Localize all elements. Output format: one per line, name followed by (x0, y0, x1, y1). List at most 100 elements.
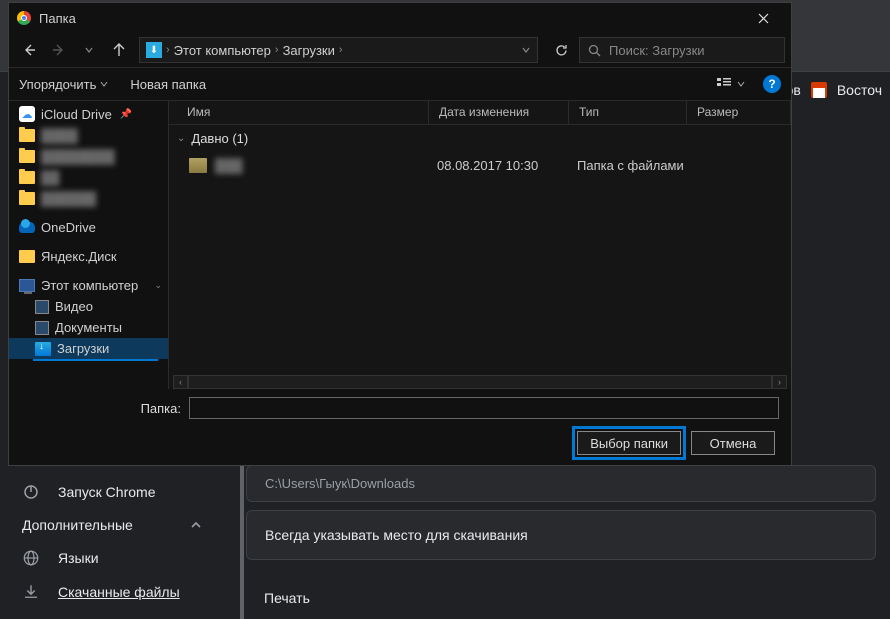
print-section-title: Печать (240, 572, 882, 614)
navigation-bar: › Этот компьютер › Загрузки › Поиск: Заг… (9, 33, 791, 67)
close-button[interactable] (743, 4, 783, 32)
sidebar-section-additional[interactable]: Дополнительные (0, 509, 230, 541)
column-headers: Имя Дата изменения Тип Размер (169, 101, 791, 125)
select-folder-button[interactable]: Выбор папки (577, 431, 681, 455)
folder-picker-dialog: Папка › Этот компьютер › Загрузки › (8, 2, 792, 466)
scroll-left-arrow[interactable]: ‹ (173, 375, 188, 389)
tree-item-onedrive[interactable]: OneDrive (9, 217, 168, 238)
sidebar-item-languages[interactable]: Языки (0, 541, 230, 575)
blurred-label: ████████ (41, 149, 115, 164)
new-folder-label: Новая папка (130, 77, 206, 92)
tree-label: Видео (55, 299, 93, 314)
sidebar-label: Скачанные файлы (58, 584, 180, 600)
pin-icon: 📌 (120, 109, 132, 120)
tree-item-yadisk[interactable]: Яндекс.Диск (9, 246, 168, 267)
dialog-title: Папка (39, 11, 76, 26)
folder-icon (189, 158, 207, 173)
group-header[interactable]: ⌄ Давно (1) (169, 125, 791, 152)
chevron-down-icon[interactable]: ⌄ (154, 280, 162, 291)
refresh-icon[interactable] (554, 43, 569, 58)
scroll-right-arrow[interactable]: › (772, 375, 787, 389)
view-mode-button[interactable] (717, 77, 745, 91)
tree-item-video[interactable]: Видео (9, 296, 168, 317)
sidebar-label: Дополнительные (22, 517, 133, 533)
yadisk-icon (19, 250, 35, 263)
col-date[interactable]: Дата изменения (429, 101, 569, 124)
download-icon (22, 583, 40, 601)
dialog-content: iCloud Drive 📌 ████ ████████ ██ ██████ O… (9, 101, 791, 389)
scroll-track[interactable] (188, 375, 772, 389)
breadcrumb-sep: › (166, 44, 170, 56)
forward-button[interactable] (45, 36, 73, 64)
search-input[interactable]: Поиск: Загрузки (579, 37, 785, 63)
toggle-label: Всегда указывать место для скачивания (265, 527, 528, 543)
tree-item-blurred[interactable]: ████ (9, 125, 168, 146)
sidebar-item-downloads[interactable]: Скачанные файлы (0, 575, 230, 609)
breadcrumb[interactable]: Этот компьютер › Загрузки › (174, 43, 343, 58)
dialog-titlebar: Папка (9, 3, 791, 33)
folder-name-input[interactable] (189, 397, 779, 419)
folder-input-label: Папка: (21, 401, 181, 416)
documents-icon (35, 321, 49, 335)
blurred-filename: ███ (215, 158, 243, 173)
downloads-folder-icon (146, 42, 162, 58)
chevron-down-icon[interactable] (521, 45, 531, 55)
col-size[interactable]: Размер (687, 101, 791, 124)
onedrive-icon (19, 222, 35, 233)
file-list: Имя Дата изменения Тип Размер ⌄ Давно (1… (169, 101, 791, 389)
organize-button[interactable]: Упорядочить (19, 77, 108, 92)
blurred-label: ██████ (41, 191, 96, 206)
power-icon (22, 483, 40, 501)
folder-icon (19, 150, 35, 163)
search-placeholder: Поиск: Загрузки (609, 43, 705, 58)
new-folder-button[interactable]: Новая папка (130, 77, 206, 92)
tree-label: Документы (55, 320, 122, 335)
address-bar[interactable]: › Этот компьютер › Загрузки › (139, 37, 538, 63)
file-type: Папка с файлами (569, 158, 687, 173)
tree-item-blurred[interactable]: ██ (9, 167, 168, 188)
col-type[interactable]: Тип (569, 101, 687, 124)
partial-text: Восточ (837, 82, 882, 98)
tree-label: OneDrive (41, 220, 96, 235)
always-ask-toggle-row[interactable]: Всегда указывать место для скачивания (246, 510, 876, 560)
calendar-icon[interactable] (811, 82, 827, 98)
tree-item-downloads[interactable]: Загрузки (9, 338, 168, 359)
col-name[interactable]: Имя (169, 101, 429, 124)
breadcrumb-sep: › (339, 44, 343, 56)
dialog-footer: Папка: Выбор папки Отмена (9, 389, 791, 465)
folder-icon (19, 192, 35, 205)
cancel-button[interactable]: Отмена (691, 431, 775, 455)
tree-item-blurred[interactable]: ██████ (9, 188, 168, 209)
tree-label: Этот компьютер (41, 278, 138, 293)
sidebar-item-launch-chrome[interactable]: Запуск Chrome (0, 475, 230, 509)
help-button[interactable]: ? (763, 75, 781, 93)
file-row[interactable]: ███ 08.08.2017 10:30 Папка с файлами (169, 152, 791, 178)
chevron-down-icon (84, 45, 94, 55)
up-button[interactable] (105, 36, 133, 64)
breadcrumb-item[interactable]: Загрузки (283, 43, 335, 58)
downloads-icon (35, 342, 51, 356)
computer-icon (19, 279, 35, 292)
tree-item-documents[interactable]: Документы (9, 317, 168, 338)
organize-label: Упорядочить (19, 77, 96, 92)
breadcrumb-item[interactable]: Этот компьютер (174, 43, 271, 58)
tree-label: iCloud Drive (41, 107, 112, 122)
tree-item-this-pc[interactable]: Этот компьютер ⌄ (9, 275, 168, 296)
recent-dropdown[interactable] (75, 36, 103, 64)
settings-main: C:\Users\Гыук\Downloads Всегда указывать… (240, 465, 882, 614)
arrow-left-icon (22, 43, 36, 57)
download-path-display: C:\Users\Гыук\Downloads (246, 465, 876, 502)
tree-label: Загрузки (57, 341, 109, 356)
sidebar-label: Запуск Chrome (58, 484, 155, 500)
tree-item-blurred[interactable]: ████████ (9, 146, 168, 167)
download-path-value: C:\Users\Гыук\Downloads (265, 476, 415, 491)
tree-label: Яндекс.Диск (41, 249, 117, 264)
chevron-up-icon (190, 519, 202, 531)
horizontal-scrollbar[interactable]: ‹ › (173, 374, 787, 389)
folder-tree: iCloud Drive 📌 ████ ████████ ██ ██████ O… (9, 101, 169, 389)
back-button[interactable] (15, 36, 43, 64)
chevron-down-icon (100, 80, 108, 88)
tree-item-icloud[interactable]: iCloud Drive 📌 (9, 103, 168, 125)
chrome-icon (17, 11, 31, 25)
search-icon (588, 44, 601, 57)
